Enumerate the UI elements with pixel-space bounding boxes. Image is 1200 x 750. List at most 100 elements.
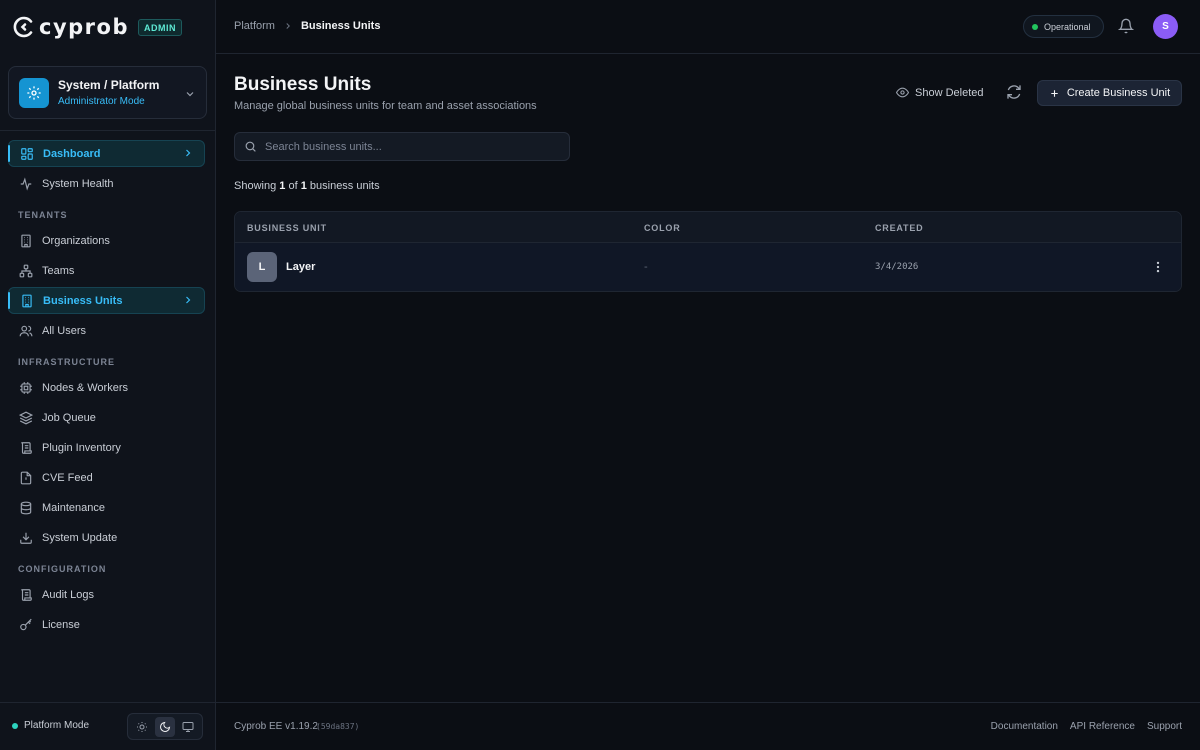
sidebar-item-label: System Update [42,531,118,544]
sidebar-item-license[interactable]: License [8,611,205,638]
layers-icon [18,410,34,426]
result-count-current: 1 [279,180,286,192]
avatar[interactable]: S [1153,14,1178,39]
users-icon [18,323,34,339]
context-subtitle: Administrator Mode [58,96,145,107]
footer-links: Documentation API Reference Support [991,721,1182,732]
result-count-total: 1 [300,180,307,192]
sidebar: cyprob ADMIN System / Platform Administr… [0,0,216,750]
show-deleted-button[interactable]: Show Deleted [896,86,984,99]
section-label-tenants: TENANTS [18,210,68,220]
dashboard-icon [19,146,35,162]
brand[interactable]: cyprob ADMIN [12,14,182,40]
column-header-color[interactable]: COLOR [644,223,681,233]
footer: Cyprob EE v1.19.2 (59da837) Documentatio… [216,702,1200,750]
status-badge[interactable]: Operational [1023,15,1104,38]
sidebar-item-cve-feed[interactable]: CVE Feed [8,464,205,491]
scroll-icon [18,440,34,456]
create-business-unit-button[interactable]: Create Business Unit [1037,80,1182,106]
sidebar-item-job-queue[interactable]: Job Queue [8,404,205,431]
settings-gear-icon [19,78,49,108]
unit-color: - [644,261,648,273]
page-title: Business Units [234,74,372,95]
show-deleted-label: Show Deleted [915,86,984,99]
admin-badge: ADMIN [138,18,182,36]
unit-created-date: 3/4/2026 [875,262,919,272]
search-icon [244,140,257,153]
brand-name: cyprob [39,15,129,39]
sidebar-item-all-users[interactable]: All Users [8,317,205,344]
create-button-label: Create Business Unit [1066,87,1171,99]
sidebar-item-maintenance[interactable]: Maintenance [8,494,205,521]
sidebar-item-label: License [42,618,80,631]
breadcrumb-parent[interactable]: Platform [234,20,275,32]
chevron-down-icon [184,87,196,105]
context-switcher[interactable]: System / Platform Administrator Mode [8,66,207,119]
chevron-right-icon [182,294,194,309]
sidebar-item-teams[interactable]: Teams [8,257,205,284]
plus-icon [1049,88,1060,99]
context-title: System / Platform [58,78,160,92]
status-dot [12,722,18,729]
activity-icon [18,176,34,192]
moon-icon[interactable] [154,716,175,737]
key-icon [18,617,34,633]
unit-name[interactable]: Layer [286,261,315,273]
sidebar-item-label: Dashboard [43,147,101,160]
top-bar: Platform Business Units Operational S [216,0,1200,54]
sidebar-item-system-health[interactable]: System Health [8,170,205,197]
business-unit-icon [19,293,35,309]
sidebar-item-label: Teams [42,264,75,277]
column-header-business-unit[interactable]: BUSINESS UNIT [247,223,327,233]
column-header-created[interactable]: CREATED [875,223,923,233]
sidebar-item-system-update[interactable]: System Update [8,524,205,551]
sidebar-item-plugin-inventory[interactable]: Plugin Inventory [8,434,205,461]
alert-file-icon [18,470,34,486]
table-row[interactable]: L Layer - 3/4/2026 [235,243,1181,291]
status-label: Operational [1044,21,1091,32]
api-reference-link[interactable]: API Reference [1070,721,1135,732]
result-count: Showing 1 of 1 business units [234,180,380,192]
cyprob-logo-icon [12,15,36,39]
page-subtitle: Manage global business units for team an… [234,100,537,112]
sidebar-item-business-units[interactable]: Business Units [8,287,205,314]
status-dot [1032,23,1038,30]
sidebar-footer-divider [0,702,215,703]
sidebar-divider [0,130,215,131]
refresh-icon[interactable] [1006,84,1022,105]
sidebar-item-audit-logs[interactable]: Audit Logs [8,581,205,608]
commit-hash: (59da837) [316,722,360,731]
unit-avatar: L [247,252,277,282]
search-box [234,132,570,161]
cpu-icon [18,380,34,396]
app-version: Cyprob EE v1.19.2 [234,721,318,732]
main-content: Business Units Manage global business un… [216,54,1200,702]
sidebar-item-organizations[interactable]: Organizations [8,227,205,254]
documentation-link[interactable]: Documentation [991,721,1058,732]
section-label-configuration: CONFIGURATION [18,564,107,574]
result-count-of: of [288,180,298,192]
eye-icon [896,86,909,99]
scroll-text-icon [18,587,34,603]
monitor-icon[interactable] [178,717,198,737]
sidebar-item-label: Organizations [42,234,110,247]
sun-icon[interactable] [132,717,152,737]
search-input[interactable] [265,140,555,153]
sidebar-item-label: Maintenance [42,501,105,514]
sidebar-item-label: Plugin Inventory [42,441,121,454]
breadcrumb-current: Business Units [300,20,381,32]
result-count-suffix: business units [309,180,380,192]
chevron-right-icon [283,21,293,31]
sidebar-item-dashboard[interactable]: Dashboard [8,140,205,167]
support-link[interactable]: Support [1147,721,1182,732]
section-label-infrastructure: INFRASTRUCTURE [18,357,115,367]
building-icon [18,233,34,249]
sidebar-item-label: All Users [42,324,87,337]
chevron-right-icon [182,147,194,162]
sidebar-item-label: System Health [42,177,114,190]
bell-icon[interactable] [1117,18,1135,39]
more-vertical-icon[interactable] [1151,260,1165,279]
sidebar-item-nodes-workers[interactable]: Nodes & Workers [8,374,205,401]
sidebar-item-label: Business Units [43,294,123,307]
result-count-prefix: Showing [234,180,277,192]
